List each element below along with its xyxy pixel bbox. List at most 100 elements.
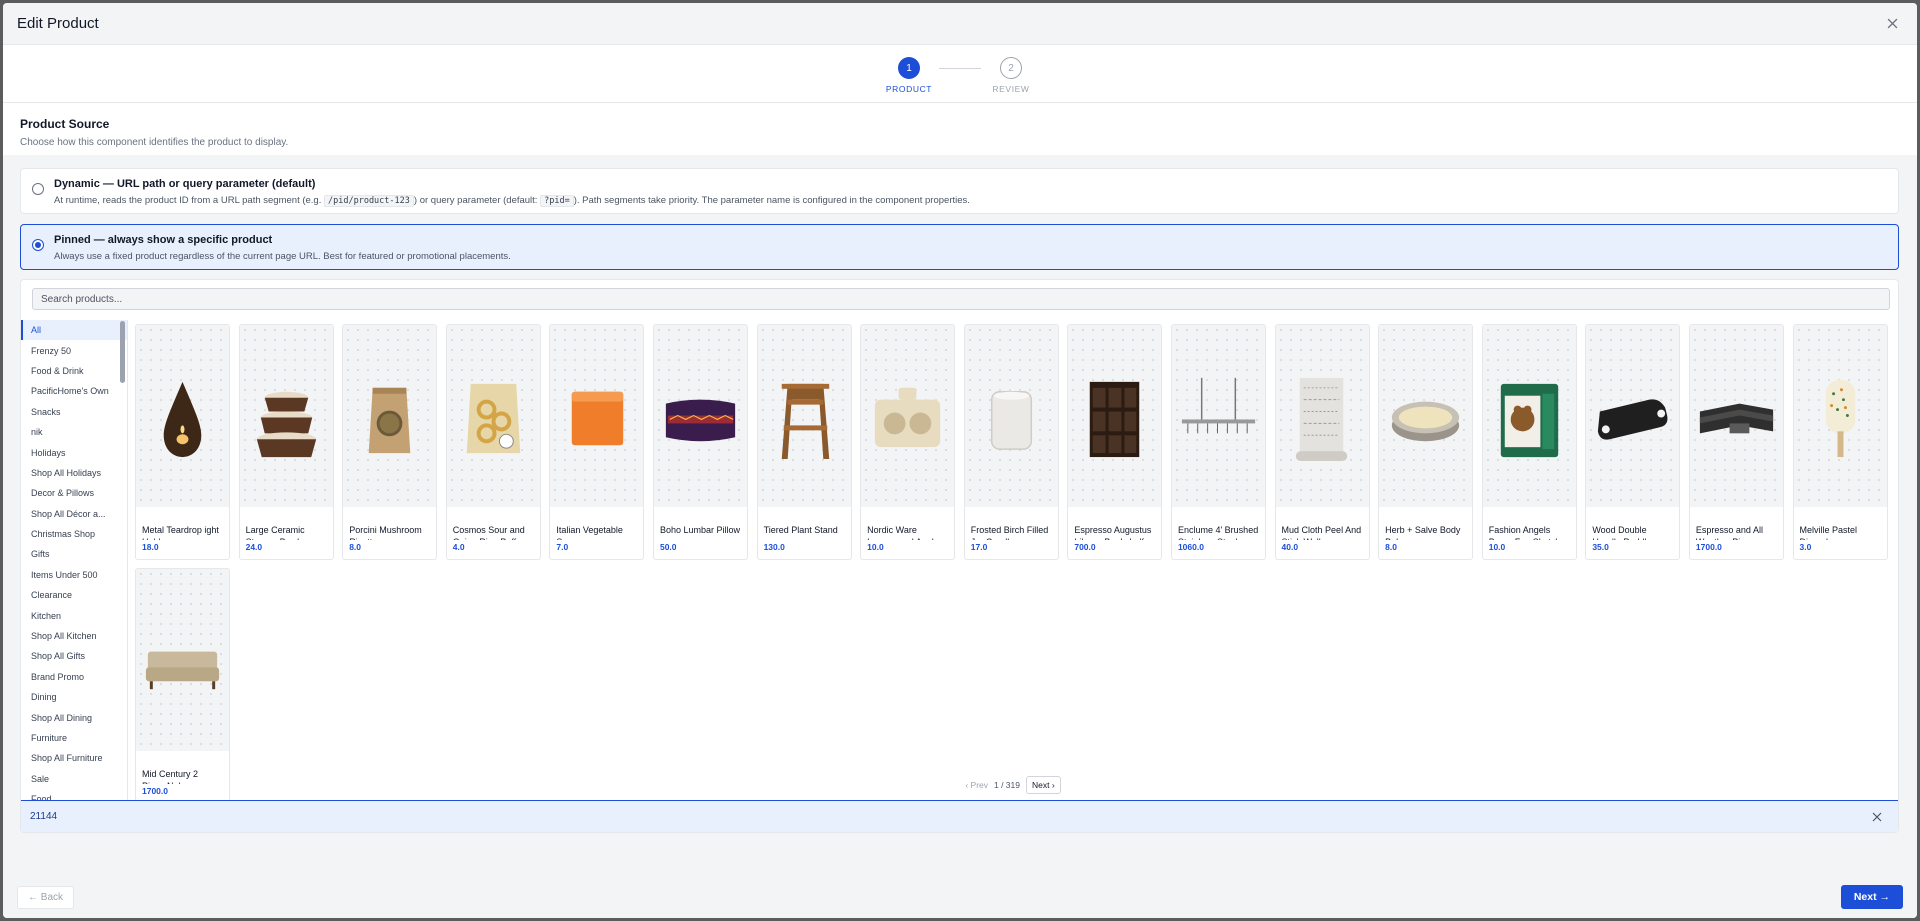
selected-product-id: 21144 (30, 811, 58, 822)
product-card[interactable]: Wood Double Handle Paddle... 35.0 (1585, 324, 1681, 560)
plant-stand-icon (757, 325, 851, 507)
teardrop-candle-holder-icon (136, 325, 229, 507)
option-pinned-title: Pinned — always show a specific product (54, 234, 273, 246)
product-name: Fashion Angels Beary Fun Sketch... (1488, 525, 1568, 540)
product-card[interactable]: Espresso and All Weather Pinamar... 1700.… (1688, 324, 1784, 560)
modal-body: Product Source Choose how this component… (3, 103, 1917, 876)
back-button[interactable]: ← Back (17, 885, 75, 909)
close-icon[interactable] (1881, 13, 1903, 35)
category-item[interactable]: Kitchen (21, 605, 127, 625)
clear-selection-icon[interactable] (1866, 806, 1888, 828)
category-item[interactable]: PacificHome's Own (21, 381, 127, 401)
product-price: 35.0 (1592, 542, 1609, 552)
ceramic-bowls-icon (239, 325, 333, 507)
category-item[interactable]: Holidays (21, 442, 127, 462)
product-grid: Metal Teardrop ight Holder 18.0 Large Cera… (135, 324, 1894, 804)
selected-product-bar: 21144 (21, 800, 1898, 832)
stepper: 1 PRODUCT 2 REVIEW (3, 45, 1917, 103)
product-card[interactable]: Italian Vegetable Soap 7.0 (549, 324, 645, 560)
category-item[interactable]: Shop All Holidays (21, 463, 127, 483)
category-item[interactable]: Frenzy 50 (21, 340, 127, 360)
product-card[interactable]: Nordic Ware Leaves and Apple... 10.0 (860, 324, 956, 560)
product-card[interactable]: Boho Lumbar Pillow 50.0 (652, 324, 748, 560)
product-name: Espresso Augustus Library Bookshelf (1074, 525, 1152, 540)
step-number: 1 (898, 57, 920, 79)
modal-title: Edit Product (17, 15, 99, 32)
pager: ‹ Prev 1 / 319 Next › (128, 774, 1898, 796)
outdoor-sectional-icon (1689, 325, 1783, 507)
step-connector (939, 68, 981, 69)
next-button[interactable]: Next → (1840, 885, 1903, 909)
category-item[interactable]: Decor & Pillows (21, 483, 127, 503)
product-name: Wood Double Handle Paddle... (1592, 525, 1659, 540)
product-price: 1060.0 (1177, 542, 1204, 552)
soap-bar-icon (550, 325, 644, 507)
product-card[interactable]: Frosted Birch Filled Jar Candle 17.0 (963, 324, 1059, 560)
product-price: 8.0 (1385, 542, 1397, 552)
product-name: Espresso and All Weather Pinamar... (1695, 525, 1773, 540)
product-price: 50.0 (659, 542, 677, 552)
product-name: Frosted Birch Filled Jar Candle (970, 525, 1049, 540)
product-card[interactable]: Metal Teardrop ight Holder 18.0 (135, 324, 230, 560)
search-input[interactable] (32, 288, 1890, 310)
category-item[interactable]: Food & Drink (21, 361, 127, 381)
cake-pan-icon (861, 325, 955, 507)
category-item[interactable]: Snacks (21, 402, 127, 422)
product-price: 18.0 (142, 542, 159, 552)
product-card[interactable]: Espresso Augustus Library Bookshelf 700.0 (1067, 324, 1163, 560)
category-scrollbar[interactable] (120, 321, 125, 383)
product-card[interactable]: Herb + Salve Body Balm 8.0 (1378, 324, 1474, 560)
product-card[interactable]: Melville Pastel Dipped... 3.0 (1792, 324, 1888, 560)
product-card[interactable]: Tiered Plant Stand 130.0 (756, 324, 852, 560)
category-item[interactable]: Dining (21, 687, 127, 707)
product-price: 10.0 (867, 542, 884, 552)
category-item[interactable]: Shop All Furniture (21, 748, 127, 768)
step-label: PRODUCT (885, 84, 933, 94)
product-price: 4.0 (452, 542, 465, 552)
option-pinned[interactable]: Pinned — always show a specific product … (20, 224, 1899, 270)
radio-dynamic[interactable] (32, 183, 44, 195)
product-card[interactable]: Porcini Mushroom Risotto 8.0 (342, 324, 438, 560)
product-price: 7.0 (556, 542, 569, 552)
product-card[interactable]: Cosmos Sour and Onion Ring Puffs 4.0 (445, 324, 541, 560)
category-item[interactable]: Sale (21, 769, 127, 789)
product-name: Italian Vegetable Soap (556, 525, 623, 540)
radio-pinned[interactable] (32, 239, 44, 251)
category-item[interactable]: Gifts (21, 544, 127, 564)
section-title: Product Source (20, 117, 110, 131)
section-subtitle: Choose how this component identifies the… (20, 137, 289, 148)
category-item[interactable]: Furniture (21, 728, 127, 748)
prev-button[interactable]: ‹ Prev (965, 780, 988, 790)
product-price: 24.0 (245, 542, 263, 552)
product-name: Melville Pastel Dipped... (1799, 525, 1858, 540)
option-dynamic-title: Dynamic — URL path or query parameter (d… (54, 178, 316, 190)
product-card[interactable]: Fashion Angels Beary Fun Sketch... 10.0 (1481, 324, 1577, 560)
product-card[interactable]: Enclume 4' Brushed Stainless Steel... 106… (1170, 324, 1266, 560)
category-item[interactable]: Shop All Dining (21, 707, 127, 727)
step-label: REVIEW (992, 84, 1030, 94)
category-item[interactable]: Clearance (21, 585, 127, 605)
category-item[interactable]: nik (21, 422, 127, 442)
category-item[interactable]: Items Under 500 (21, 565, 127, 585)
product-card[interactable]: Large Ceramic Storage Bowls Set... 24.0 (238, 324, 334, 560)
product-card[interactable]: Mud Cloth Peel And Stick Wallpaper 40.0 (1274, 324, 1370, 560)
option-dynamic[interactable]: Dynamic — URL path or query parameter (d… (20, 168, 1899, 214)
category-item[interactable]: Brand Promo (21, 667, 127, 687)
category-item[interactable]: Shop All Gifts (21, 646, 127, 666)
paddle-board-icon (1586, 325, 1680, 507)
category-item[interactable]: Christmas Shop (21, 524, 127, 544)
step-product: 1 PRODUCT (879, 57, 939, 94)
product-name: Large Ceramic Storage Bowls Set... (245, 525, 305, 540)
category-list: All Frenzy 50 Food & Drink PacificHome's Ow… (21, 320, 128, 832)
product-card[interactable]: Mid Century 2 Piece Nelson Sectional...1… (135, 568, 230, 804)
category-item[interactable]: All (21, 320, 127, 341)
next-page-button[interactable]: Next › (1026, 776, 1061, 794)
category-item[interactable]: Shop All Kitchen (21, 626, 127, 646)
category-item[interactable]: Shop All Décor a... (21, 504, 127, 524)
product-price: 700.0 (1074, 542, 1096, 552)
product-price: 17.0 (970, 542, 988, 552)
product-name: Boho Lumbar Pillow (659, 525, 741, 535)
product-picker: AllFrenzy 50Food & DrinkPacificHome's Ow… (20, 279, 1899, 833)
code-query-param: ?pid= (540, 195, 574, 207)
product-price: 8.0 (349, 542, 362, 552)
